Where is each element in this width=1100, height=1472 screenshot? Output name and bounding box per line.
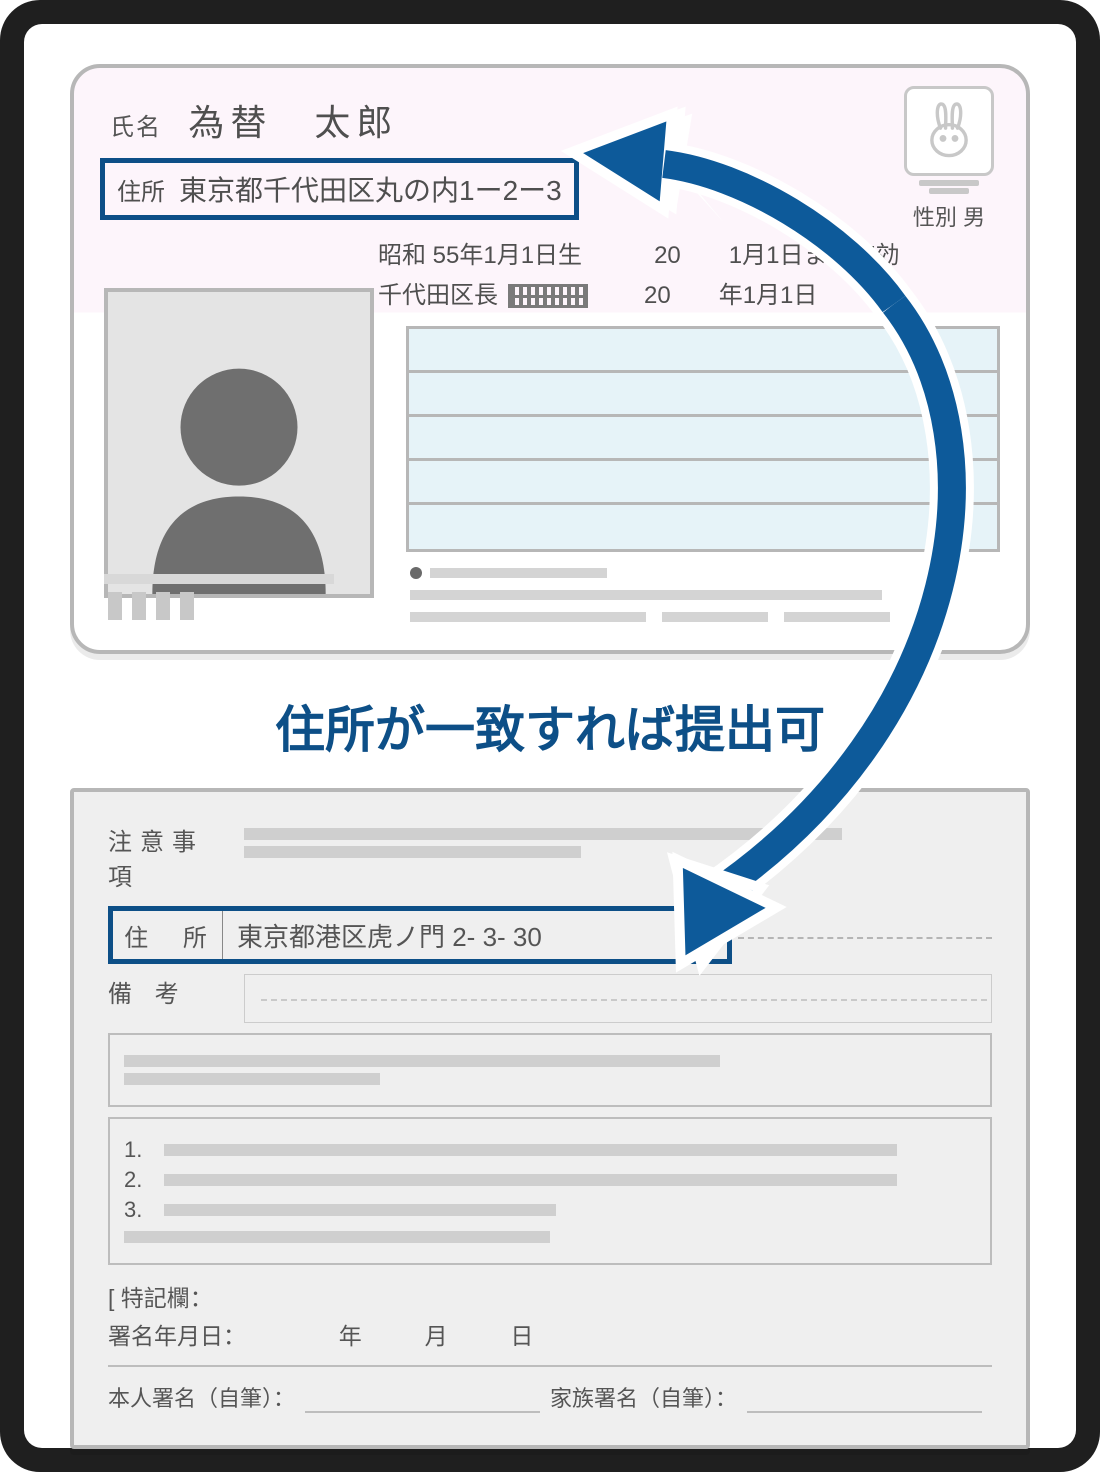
form-self-sign-label: 本人署名（自筆）：	[108, 1381, 295, 1413]
id-footer-strip	[104, 538, 1000, 628]
id-memo-lines	[406, 326, 1000, 552]
form-notice-label: 注意事項	[108, 822, 228, 892]
sign-year-suffix: 年	[339, 1323, 362, 1349]
id-address-highlight: 住所 東京都千代田区丸の内1ー2ー3	[100, 158, 579, 220]
sign-month-suffix: 月	[425, 1323, 448, 1349]
list-num-1: 1.	[124, 1137, 154, 1163]
form-address-value: 東京都港区虎ノ門 2- 3- 30	[223, 911, 727, 959]
diagram-frame: 氏名 為替 太郎 住所 東京都千代田区丸の内1ー2ー3	[0, 0, 1100, 1472]
id-valid-until: 20 1月1日まで有効	[654, 236, 899, 276]
dashed-line	[738, 937, 992, 939]
list-num-3: 3.	[124, 1197, 154, 1223]
form-sign-date-label: 署名年月日：	[108, 1323, 246, 1349]
list-num-2: 2.	[124, 1167, 154, 1193]
id-address-value: 東京都千代田区丸の内1ー2ー3	[179, 169, 562, 209]
form-box-list: 1. 2. 3.	[108, 1117, 992, 1265]
sign-day-suffix: 日	[510, 1323, 533, 1349]
chip-bar	[929, 188, 969, 194]
form-family-sign-label: 家族署名（自筆）：	[550, 1381, 737, 1413]
id-name-value: 為替 太郎	[188, 102, 398, 143]
id-name-row: 氏名 為替 太郎	[110, 94, 1002, 146]
diagram-canvas: 氏名 為替 太郎 住所 東京都千代田区丸の内1ー2ー3	[24, 24, 1076, 1448]
form-box-1	[108, 1033, 992, 1107]
barcode-icon	[108, 592, 194, 620]
ic-chip-area: 性別 男	[894, 86, 1004, 232]
id-address-label: 住所	[117, 172, 165, 207]
form-special-label: [ 特記欄：	[108, 1279, 992, 1313]
id-gender: 性別 男	[894, 200, 1004, 232]
id-gender-value: 男	[963, 205, 985, 230]
id-issue-date: 20 年1月1日	[644, 276, 817, 316]
form-remarks-label: 備 考	[108, 974, 228, 1009]
ic-chip-icon	[904, 86, 994, 176]
chip-bar	[919, 180, 979, 186]
bunny-icon	[923, 99, 975, 164]
id-gender-label: 性別	[913, 205, 957, 230]
form-address-label: 住 所	[113, 911, 223, 959]
issuer-stamp-icon	[508, 284, 588, 308]
match-caption: 住所が一致すれば提出可	[54, 690, 1046, 762]
id-card: 氏名 為替 太郎 住所 東京都千代田区丸の内1ー2ー3	[70, 64, 1030, 654]
form-card: 注意事項 住 所 東京都港区虎ノ門 2- 3- 30 備 考	[70, 788, 1030, 1449]
id-issuer-prefix: 千代田区長	[378, 276, 498, 316]
id-birth: 昭和 55年1月1日生	[378, 236, 582, 276]
id-info-rows: 昭和 55年1月1日生 20 1月1日まで有効 千代田区長 20 年1月1日	[378, 236, 1002, 316]
id-name-label: 氏名	[110, 114, 162, 141]
form-address-highlight: 住 所 東京都港区虎ノ門 2- 3- 30	[108, 906, 732, 964]
